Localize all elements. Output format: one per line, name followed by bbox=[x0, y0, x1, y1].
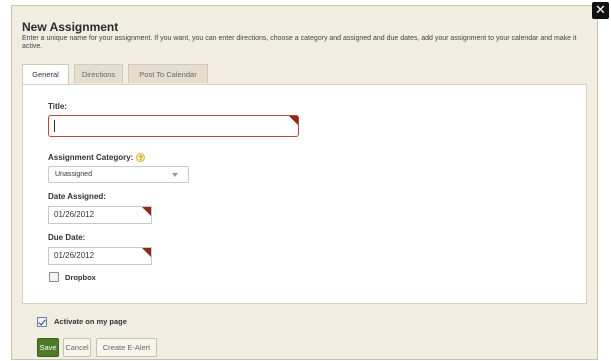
category-selected-value: Unassigned bbox=[55, 171, 92, 178]
tab-directions[interactable]: Directions bbox=[74, 64, 123, 83]
tab-post-to-calendar[interactable]: Post To Calendar bbox=[128, 64, 208, 83]
save-button[interactable]: Save bbox=[37, 338, 59, 357]
due-date-value: 01/26/2012 bbox=[54, 251, 95, 260]
required-marker-icon bbox=[142, 207, 151, 216]
required-marker-icon bbox=[289, 116, 298, 125]
tab-general[interactable]: General bbox=[22, 64, 69, 84]
create-e-alert-button[interactable]: Create E-Alert bbox=[96, 338, 157, 357]
help-icon[interactable]: ? bbox=[136, 153, 146, 163]
date-assigned-input[interactable]: 01/26/2012 bbox=[48, 206, 152, 224]
due-date-input[interactable]: 01/26/2012 bbox=[48, 247, 152, 265]
required-marker-icon bbox=[142, 248, 151, 257]
category-label-text: Assignment Category: bbox=[48, 153, 134, 162]
category-label: Assignment Category:? bbox=[48, 153, 146, 163]
chevron-down-icon bbox=[172, 173, 178, 177]
general-panel: Title: Assignment Category:? Unassigned … bbox=[22, 84, 587, 304]
title-label: Title: bbox=[48, 102, 67, 111]
close-icon[interactable]: ✕ bbox=[592, 2, 609, 19]
dialog-title: New Assignment bbox=[22, 20, 119, 34]
dialog-description: Enter a unique name for your assignment.… bbox=[22, 35, 577, 50]
text-caret bbox=[54, 120, 55, 132]
dropbox-checkbox[interactable] bbox=[49, 272, 59, 282]
dropbox-label: Dropbox bbox=[65, 273, 96, 282]
cancel-button[interactable]: Cancel bbox=[63, 338, 91, 357]
due-date-label: Due Date: bbox=[48, 233, 86, 242]
date-assigned-label: Date Assigned: bbox=[48, 192, 106, 201]
new-assignment-dialog: New Assignment Enter a unique name for y… bbox=[11, 5, 598, 360]
category-select[interactable]: Unassigned bbox=[48, 166, 189, 183]
activate-checkbox[interactable] bbox=[37, 317, 47, 327]
title-input[interactable] bbox=[48, 115, 299, 137]
activate-label: Activate on my page bbox=[54, 317, 127, 326]
date-assigned-value: 01/26/2012 bbox=[54, 210, 95, 219]
